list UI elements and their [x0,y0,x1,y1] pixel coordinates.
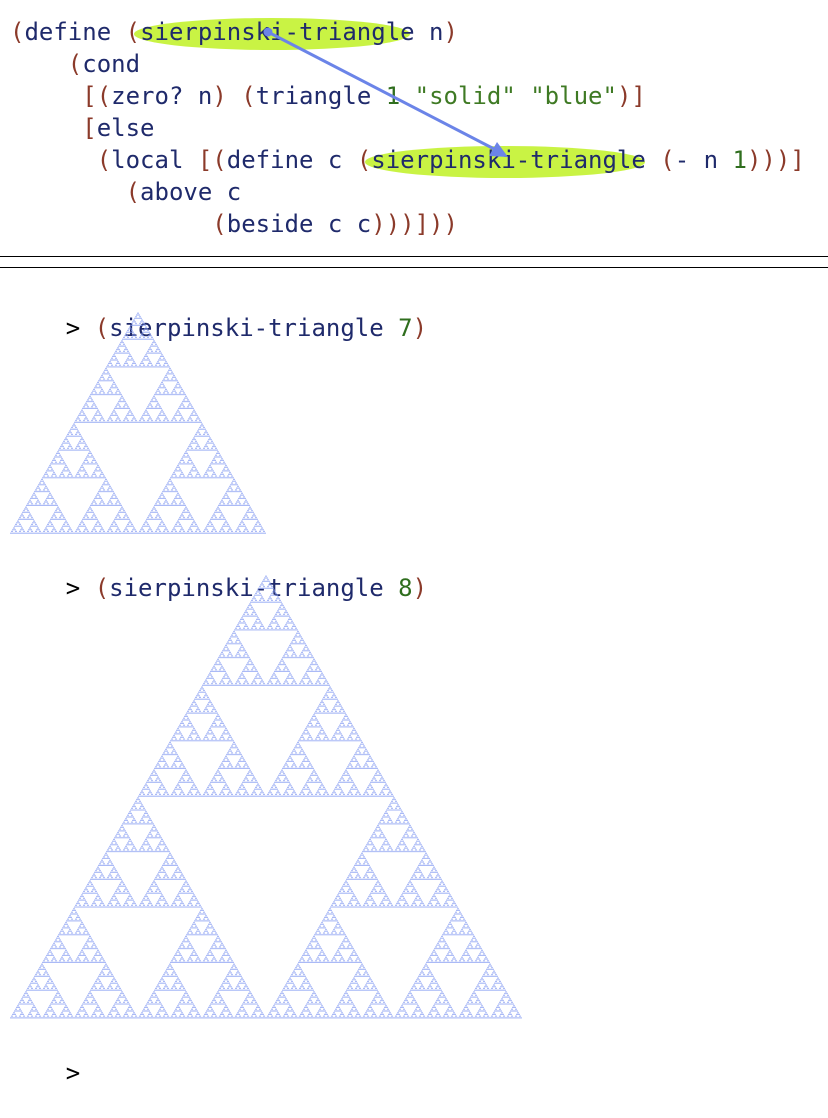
binding-arrow-icon [0,0,828,252]
pane-divider-bottom [0,267,828,268]
repl-arg: 7 [398,314,412,342]
sierpinski-triangle-result-7 [10,312,266,534]
pane-divider-top [0,256,828,257]
definitions-editor[interactable]: (define (sierpinski-triangle n) (cond [(… [0,0,828,252]
repl-final-prompt[interactable]: > [8,1028,80,1118]
sierpinski-triangle-result-8 [10,575,522,1019]
